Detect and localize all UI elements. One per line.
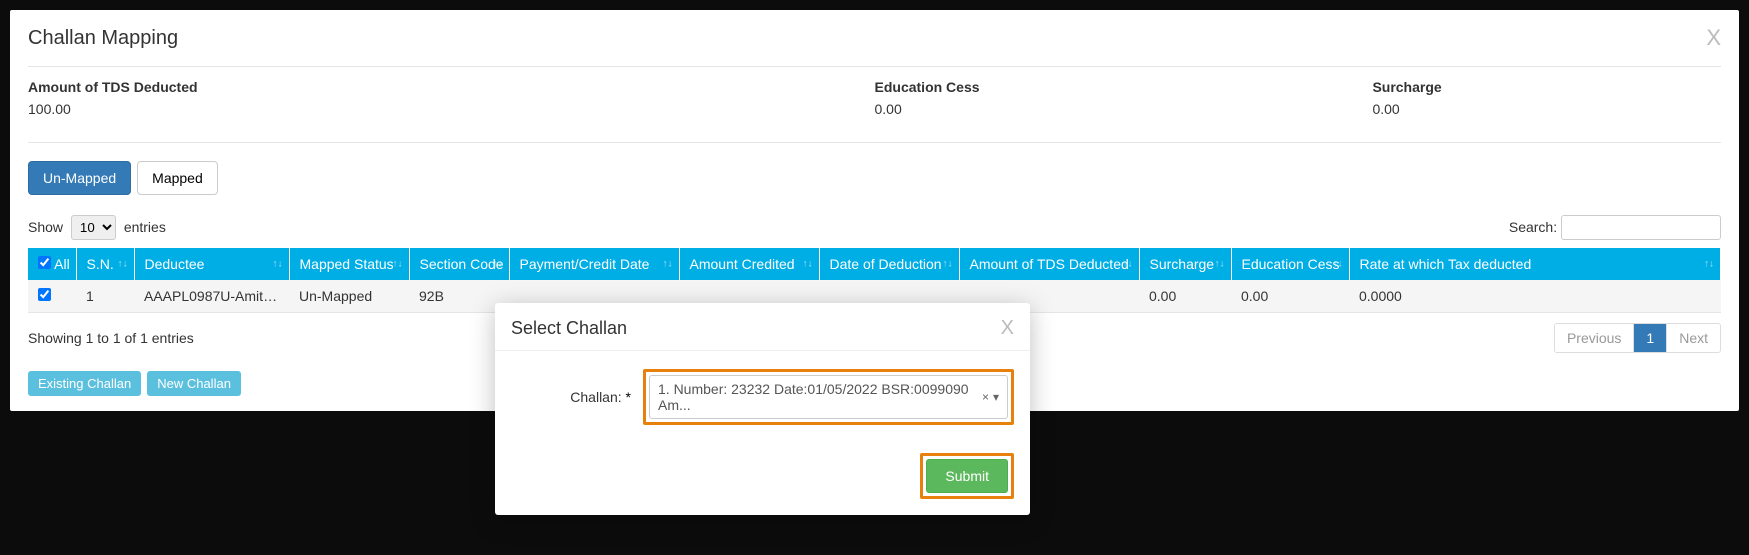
sort-icon: ↑↓ — [273, 259, 283, 270]
search-input[interactable] — [1561, 215, 1721, 240]
clear-icon[interactable]: × — [982, 390, 989, 404]
cell-sn: 1 — [76, 280, 134, 313]
pagination: Previous 1 Next — [1554, 323, 1721, 353]
col-surcharge[interactable]: Surcharge↑↓ — [1139, 248, 1231, 280]
cell-rate: 0.0000 — [1349, 280, 1721, 313]
challan-selected-value: 1. Number: 23232 Date:01/05/2022 BSR:009… — [658, 381, 982, 413]
submit-button[interactable]: Submit — [926, 459, 1008, 493]
sort-icon: ↑↓ — [1704, 259, 1714, 270]
sort-icon: ↑↓ — [493, 259, 503, 270]
sort-icon: ↑↓ — [943, 259, 953, 270]
entries-label: entries — [124, 219, 166, 235]
page-size-select[interactable]: 10 — [71, 215, 116, 240]
col-amount-credited[interactable]: Amount Credited↑↓ — [679, 248, 819, 280]
col-sn[interactable]: S.N.↑↓ — [76, 248, 134, 280]
sort-icon: ↑↓ — [118, 259, 128, 270]
col-payment-date[interactable]: Payment/Credit Date↑↓ — [509, 248, 679, 280]
row-checkbox[interactable] — [38, 288, 51, 301]
col-amount-tds[interactable]: Amount of TDS Deducted↑↓ — [959, 248, 1139, 280]
col-all[interactable]: All — [28, 248, 76, 280]
tab-mapped[interactable]: Mapped — [137, 161, 218, 195]
submit-highlight: Submit — [920, 453, 1014, 499]
col-mapped-status[interactable]: Mapped Status↑↓ — [289, 248, 409, 280]
tab-unmapped[interactable]: Un-Mapped — [28, 161, 131, 195]
summary-tds-value: 100.00 — [28, 101, 875, 117]
chevron-down-icon[interactable]: ▾ — [993, 390, 999, 404]
col-rate[interactable]: Rate at which Tax deducted↑↓ — [1349, 248, 1721, 280]
summary-surcharge-value: 0.00 — [1372, 101, 1721, 117]
modal-header: Select Challan X — [495, 303, 1030, 351]
summary-cess: Education Cess 0.00 — [875, 79, 1373, 117]
cell-surcharge: 0.00 — [1139, 280, 1231, 313]
challan-form-row: Challan: * 1. Number: 23232 Date:01/05/2… — [511, 369, 1014, 425]
summary-tds: Amount of TDS Deducted 100.00 — [28, 79, 875, 117]
table-header-row: All S.N.↑↓ Deductee↑↓ Mapped Status↑↓ Se… — [28, 248, 1721, 280]
show-label: Show — [28, 219, 63, 235]
page-1-button[interactable]: 1 — [1634, 324, 1667, 352]
sort-icon: ↑↓ — [393, 259, 403, 270]
new-challan-button[interactable]: New Challan — [147, 371, 241, 396]
cell-mapped-status: Un-Mapped — [289, 280, 409, 313]
summary-cess-label: Education Cess — [875, 79, 1373, 95]
tab-row: Un-Mapped Mapped — [28, 161, 1721, 195]
col-date-deduction[interactable]: Date of Deduction↑↓ — [819, 248, 959, 280]
cell-section-code: 92B — [409, 280, 509, 313]
sort-icon: ↑↓ — [1123, 259, 1133, 270]
col-education-cess[interactable]: Education Cess↑↓ — [1231, 248, 1349, 280]
sort-icon: ↑↓ — [1333, 259, 1343, 270]
challan-select[interactable]: 1. Number: 23232 Date:01/05/2022 BSR:009… — [649, 375, 1008, 419]
summary-surcharge: Surcharge 0.00 — [1372, 79, 1721, 117]
table-controls: Show 10 entries Search: — [28, 215, 1721, 240]
showing-info: Showing 1 to 1 of 1 entries — [28, 330, 194, 346]
modal-footer: Submit — [495, 443, 1030, 515]
cell-education-cess: 0.00 — [1231, 280, 1349, 313]
required-asterisk: * — [626, 389, 631, 405]
close-icon[interactable]: X — [1706, 25, 1721, 51]
cell-deductee: AAAPL0987U-Amit Kumar — [134, 280, 289, 313]
summary-tds-label: Amount of TDS Deducted — [28, 79, 875, 95]
challan-label: Challan: * — [511, 389, 631, 405]
select-all-checkbox[interactable] — [38, 256, 51, 269]
prev-button[interactable]: Previous — [1555, 324, 1634, 352]
sort-icon: ↑↓ — [1215, 259, 1225, 270]
modal-title: Select Challan — [511, 318, 627, 339]
summary-row: Amount of TDS Deducted 100.00 Education … — [28, 79, 1721, 143]
search-box: Search: — [1509, 215, 1721, 240]
show-entries: Show 10 entries — [28, 215, 166, 240]
summary-cess-value: 0.00 — [875, 101, 1373, 117]
modal-close-icon[interactable]: X — [1001, 317, 1014, 340]
search-label: Search: — [1509, 219, 1557, 235]
sort-icon: ↑↓ — [803, 259, 813, 270]
panel-header: Challan Mapping X — [28, 25, 1721, 67]
col-deductee[interactable]: Deductee↑↓ — [134, 248, 289, 280]
page-title: Challan Mapping — [28, 27, 178, 50]
select-challan-modal: Select Challan X Challan: * 1. Number: 2… — [495, 303, 1030, 515]
col-section-code[interactable]: Section Code↑↓ — [409, 248, 509, 280]
modal-body: Challan: * 1. Number: 23232 Date:01/05/2… — [495, 351, 1030, 443]
sort-icon: ↑↓ — [663, 259, 673, 270]
existing-challan-button[interactable]: Existing Challan — [28, 371, 141, 396]
challan-select-highlight: 1. Number: 23232 Date:01/05/2022 BSR:009… — [643, 369, 1014, 425]
next-button[interactable]: Next — [1667, 324, 1720, 352]
summary-surcharge-label: Surcharge — [1372, 79, 1721, 95]
